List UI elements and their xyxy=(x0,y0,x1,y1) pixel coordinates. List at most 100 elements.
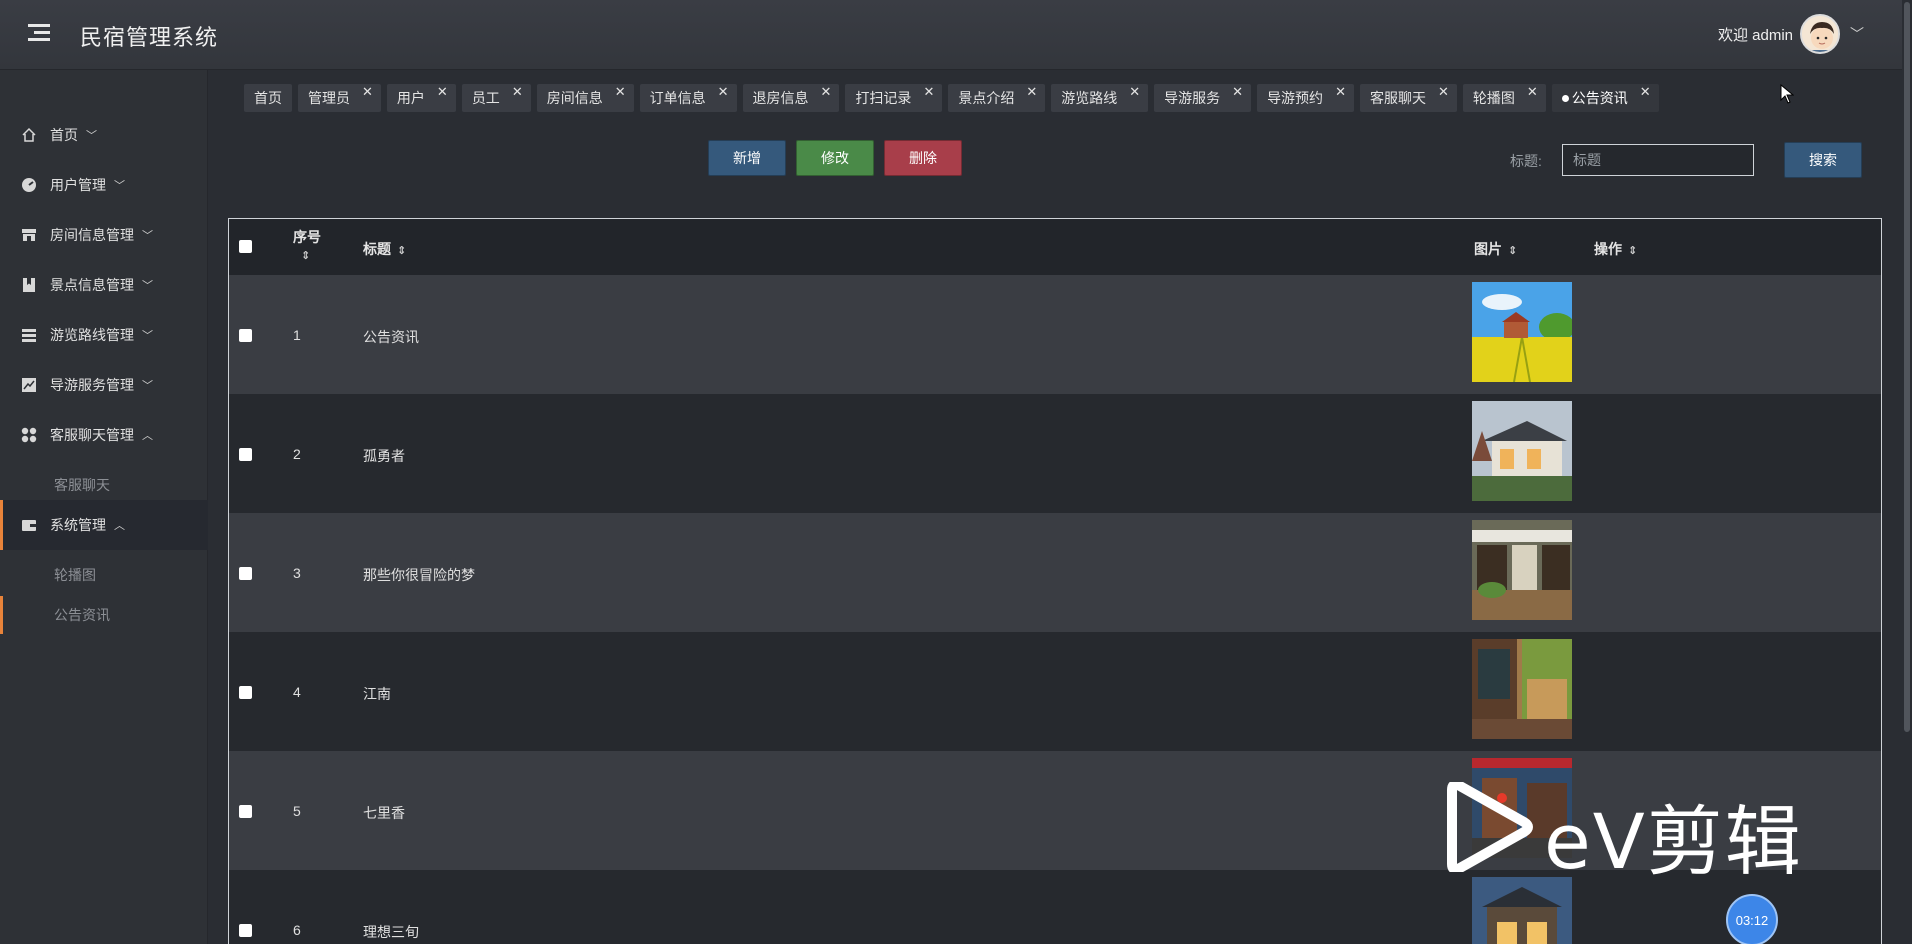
search-input[interactable] xyxy=(1562,144,1754,176)
tab-orders[interactable]: 订单信息 ✕ xyxy=(639,84,737,112)
row-image[interactable] xyxy=(1472,282,1572,382)
tab-label: 公告资讯 xyxy=(1571,90,1628,106)
add-button[interactable]: 新增 xyxy=(708,140,786,176)
sidebar-item-guides[interactable]: 导游服务管理 ﹀ xyxy=(0,360,208,410)
header-index[interactable]: 序号 ⇕ xyxy=(293,227,321,262)
select-all-checkbox[interactable] xyxy=(239,240,252,253)
sort-icon[interactable]: ⇕ xyxy=(397,245,406,257)
search-label: 标题: xyxy=(1510,153,1542,169)
close-icon[interactable]: ✕ xyxy=(1335,84,1346,100)
close-icon[interactable]: ✕ xyxy=(437,84,448,100)
tab-label: 管理员 xyxy=(308,90,350,106)
chevron-down-icon: ﹀ xyxy=(142,230,153,242)
close-icon[interactable]: ✕ xyxy=(362,84,373,100)
table-row[interactable]: 1 公告资讯 xyxy=(229,275,1881,394)
tab-attractions[interactable]: 景点介绍 ✕ xyxy=(948,84,1046,112)
tab-guide-booking[interactable]: 导游预约 ✕ xyxy=(1257,84,1354,112)
table-row[interactable]: 3 那些你很冒险的梦 xyxy=(229,513,1881,632)
sidebar-item-label: 用户管理 xyxy=(50,177,106,193)
close-icon[interactable]: ✕ xyxy=(1640,84,1651,100)
chevron-down-icon: ﹀ xyxy=(142,380,153,392)
header-image[interactable]: 图片 ⇕ xyxy=(1474,239,1517,259)
dashboard-icon xyxy=(20,176,38,194)
row-title: 七里香 xyxy=(363,805,405,821)
user-avatar[interactable] xyxy=(1800,14,1840,54)
store-icon xyxy=(20,226,38,244)
tab-label: 员工 xyxy=(471,90,500,106)
wallet-icon xyxy=(20,516,38,534)
chevron-down-icon: ﹀ xyxy=(86,130,97,142)
header-action[interactable]: 操作 ⇕ xyxy=(1594,239,1637,259)
sidebar: 首页 ﹀ 用户管理 ﹀ 房间信息管理 ﹀ 景点信息管理 ﹀ 游览路线管理 ﹀ 导… xyxy=(0,70,208,944)
row-index: 5 xyxy=(293,803,301,819)
row-index: 3 xyxy=(293,565,301,581)
close-icon[interactable]: ✕ xyxy=(1026,84,1037,100)
tab-label: 轮播图 xyxy=(1472,90,1515,106)
close-icon[interactable]: ✕ xyxy=(923,84,934,100)
header-label: 序号 xyxy=(293,229,321,245)
sidebar-item-system[interactable]: 系统管理 ︿ xyxy=(0,500,208,550)
close-icon[interactable]: ✕ xyxy=(1527,84,1538,100)
tab-label: 打扫记录 xyxy=(855,90,912,106)
sort-icon[interactable]: ⇕ xyxy=(1628,245,1637,257)
sidebar-item-attractions[interactable]: 景点信息管理 ﹀ xyxy=(0,260,208,310)
tab-rooms[interactable]: 房间信息 ✕ xyxy=(536,84,634,112)
tab-announcements[interactable]: 公告资讯 ✕ xyxy=(1551,84,1659,112)
menu-toggle-icon[interactable] xyxy=(28,24,50,42)
row-title: 公告资讯 xyxy=(363,329,419,345)
tab-staff[interactable]: 员工 ✕ xyxy=(461,84,531,112)
search-button[interactable]: 搜索 xyxy=(1784,142,1862,178)
close-icon[interactable]: ✕ xyxy=(1129,84,1140,100)
sidebar-item-label: 游览路线管理 xyxy=(50,327,134,343)
row-checkbox[interactable] xyxy=(239,329,252,342)
close-icon[interactable]: ✕ xyxy=(1438,84,1449,100)
row-checkbox[interactable] xyxy=(239,805,252,818)
sidebar-subitem-chat[interactable]: 客服聊天 xyxy=(0,466,208,504)
chevron-down-icon[interactable]: ﹀ xyxy=(1850,24,1864,44)
close-icon[interactable]: ✕ xyxy=(1232,84,1243,100)
scrollbar-thumb[interactable] xyxy=(1904,2,1910,732)
delete-button[interactable]: 删除 xyxy=(884,140,962,176)
sidebar-subitem-announcements[interactable]: 公告资讯 xyxy=(0,596,208,634)
sidebar-subitem-carousel[interactable]: 轮播图 xyxy=(0,556,208,594)
row-checkbox[interactable] xyxy=(239,567,252,580)
row-checkbox[interactable] xyxy=(239,686,252,699)
close-icon[interactable]: ✕ xyxy=(821,84,832,100)
row-index: 1 xyxy=(293,327,301,343)
table-row[interactable]: 2 孤勇者 xyxy=(229,394,1881,513)
table-row[interactable]: 4 江南 xyxy=(229,632,1881,751)
sort-icon[interactable]: ⇕ xyxy=(1508,245,1517,257)
tab-guide-service[interactable]: 导游服务 ✕ xyxy=(1154,84,1252,112)
grid-icon xyxy=(20,426,38,444)
tab-chat[interactable]: 客服聊天 ✕ xyxy=(1359,84,1457,112)
tab-label: 用户 xyxy=(396,90,425,106)
header-title[interactable]: 标题 ⇕ xyxy=(363,239,406,259)
sidebar-item-rooms[interactable]: 房间信息管理 ﹀ xyxy=(0,210,208,260)
tab-bar: 首页 管理员 ✕ 用户 ✕ 员工 ✕ 房间信息 ✕ 订单信息 ✕ 退房信息 ✕ 打扫记录 ✕ … xyxy=(244,84,1659,112)
tab-routes[interactable]: 游览路线 ✕ xyxy=(1051,84,1149,112)
tab-home[interactable]: 首页 xyxy=(244,84,292,112)
tab-users[interactable]: 用户 ✕ xyxy=(386,84,456,112)
tab-label: 客服聊天 xyxy=(1369,90,1426,106)
sidebar-item-routes[interactable]: 游览路线管理 ﹀ xyxy=(0,310,208,360)
sidebar-item-label: 客服聊天管理 xyxy=(50,427,134,443)
edit-button[interactable]: 修改 xyxy=(796,140,874,176)
tab-checkout[interactable]: 退房信息 ✕ xyxy=(742,84,840,112)
sidebar-item-home[interactable]: 首页 ﹀ xyxy=(0,110,208,160)
row-image[interactable] xyxy=(1472,639,1572,739)
header-label: 图片 xyxy=(1474,241,1502,257)
close-icon[interactable]: ✕ xyxy=(512,84,523,100)
active-dot-icon xyxy=(1561,94,1569,102)
row-image[interactable] xyxy=(1472,401,1572,501)
tab-carousel[interactable]: 轮播图 ✕ xyxy=(1462,84,1546,112)
close-icon[interactable]: ✕ xyxy=(615,84,626,100)
sort-icon[interactable]: ⇕ xyxy=(301,249,321,262)
tab-admin[interactable]: 管理员 ✕ xyxy=(298,84,381,112)
row-image[interactable] xyxy=(1472,520,1572,620)
sidebar-item-chat[interactable]: 客服聊天管理 ︿ xyxy=(0,410,208,460)
row-checkbox[interactable] xyxy=(239,448,252,461)
row-checkbox[interactable] xyxy=(239,924,252,937)
sidebar-item-users[interactable]: 用户管理 ﹀ xyxy=(0,160,208,210)
close-icon[interactable]: ✕ xyxy=(718,84,729,100)
tab-cleaning[interactable]: 打扫记录 ✕ xyxy=(845,84,943,112)
